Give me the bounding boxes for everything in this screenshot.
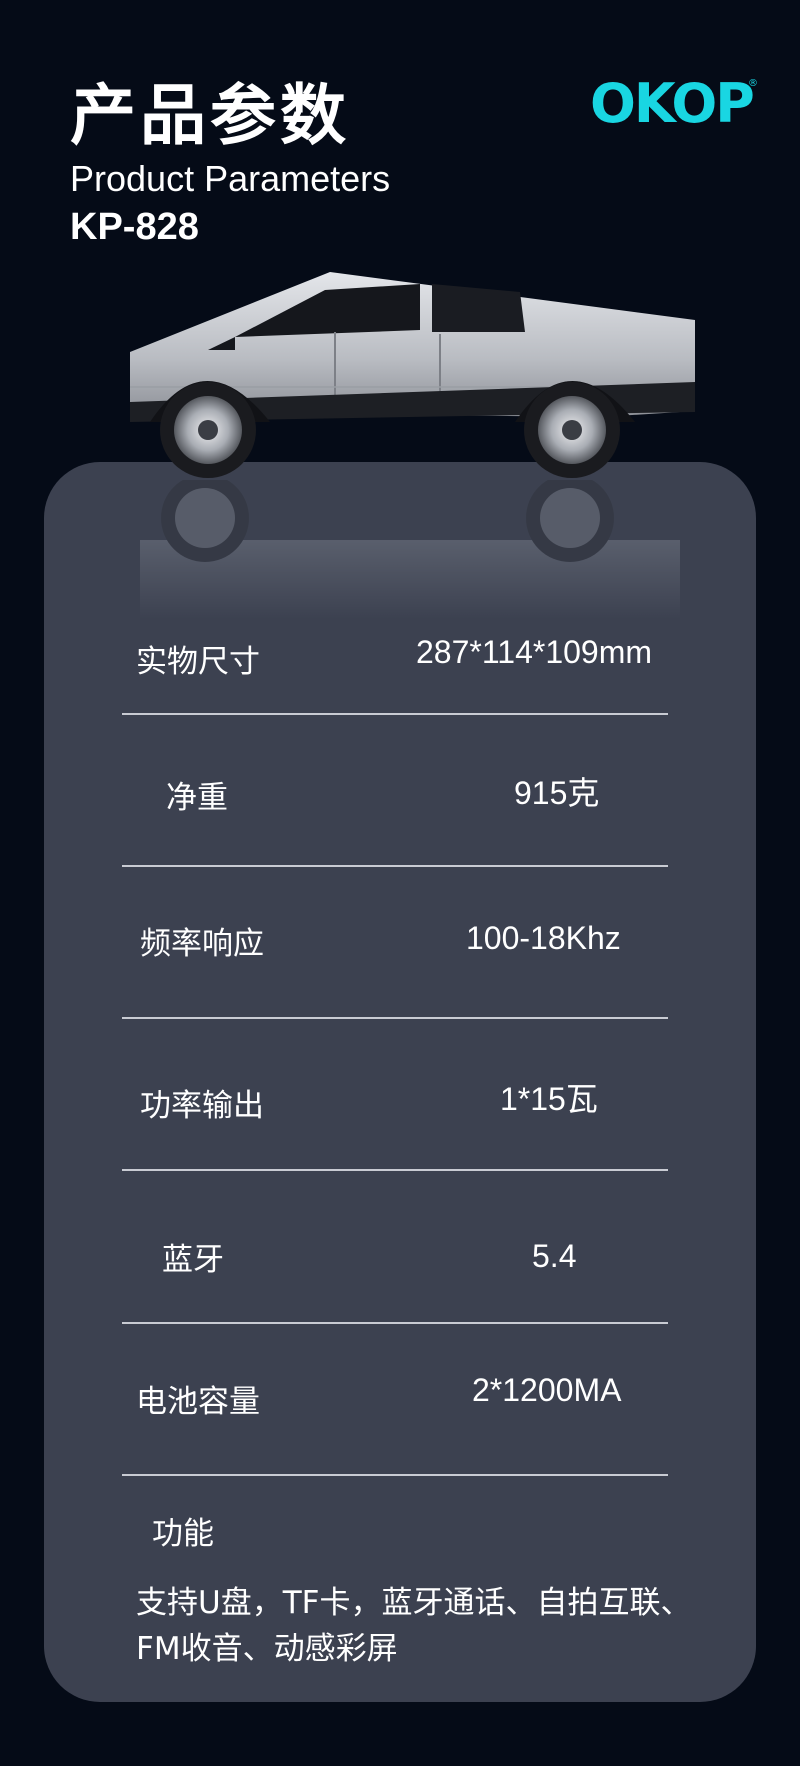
logo-registered-mark: ® <box>748 78 758 89</box>
spec-value-battery: 2*1200MA <box>472 1372 622 1408</box>
divider <box>122 865 668 867</box>
page-title-en: Product Parameters <box>70 158 391 199</box>
spec-value-weight: 915克 <box>514 775 600 811</box>
spec-label-size: 实物尺寸 <box>136 644 260 680</box>
divider <box>122 1474 668 1476</box>
spec-label-battery: 电池容量 <box>136 1384 260 1420</box>
divider <box>122 1322 668 1324</box>
car-reflection-image <box>140 480 680 620</box>
okop-logo: OKOP ® <box>590 72 758 132</box>
spec-label-bluetooth: 蓝牙 <box>162 1242 224 1278</box>
cybertruck-speaker-image <box>130 272 695 478</box>
spec-label-power: 功率输出 <box>140 1088 264 1124</box>
spec-label-frequency: 频率响应 <box>140 926 264 962</box>
divider <box>122 1169 668 1171</box>
divider <box>122 713 668 715</box>
spec-label-weight: 净重 <box>166 780 228 816</box>
model-number: KP-828 <box>70 206 199 248</box>
features-label: 功能 <box>152 1516 214 1552</box>
features-text: 支持U盘，TF卡，蓝牙通话、自拍互联、FM收音、动感彩屏 <box>136 1585 692 1667</box>
spec-value-power: 1*15瓦 <box>500 1081 598 1117</box>
divider <box>122 1017 668 1019</box>
logo-text: OKOP <box>590 72 753 132</box>
spec-value-bluetooth: 5.4 <box>532 1238 577 1274</box>
page-title-cn: 产品参数 <box>70 77 350 154</box>
spec-value-size: 287*114*109mm <box>416 634 653 670</box>
spec-value-frequency: 100-18Khz <box>466 920 621 956</box>
